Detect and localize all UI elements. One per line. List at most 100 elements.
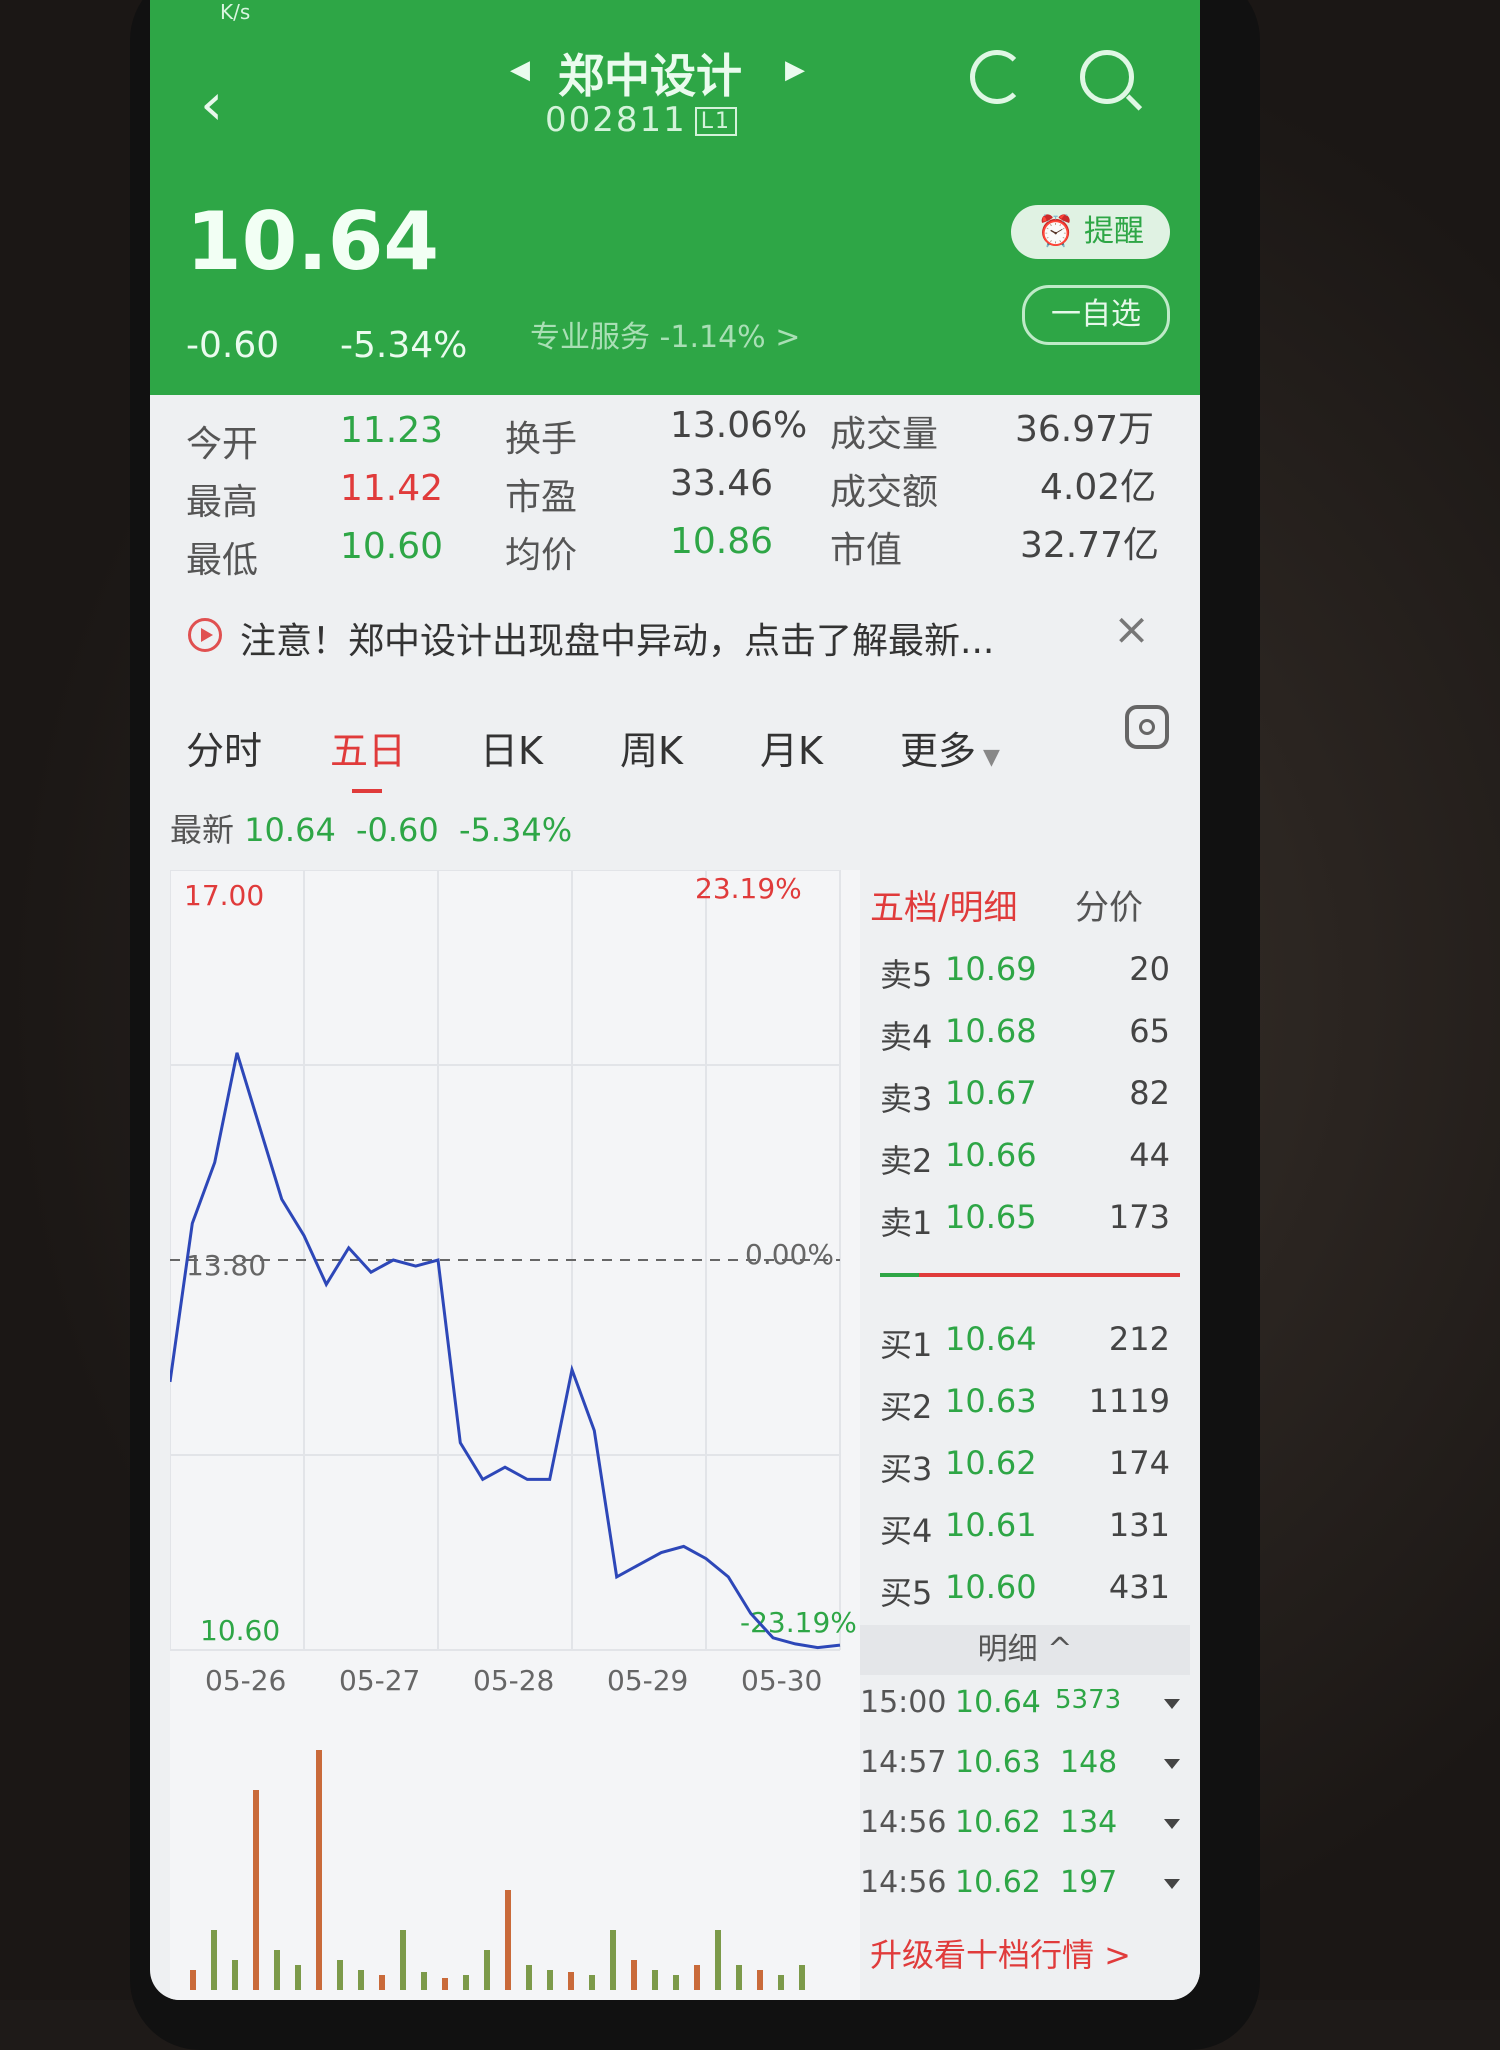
- y-ref-label: 13.80: [186, 1249, 266, 1282]
- down-arrow-icon: [1158, 1805, 1180, 1840]
- bid-ask-ratio-bar: [880, 1273, 1180, 1277]
- stat-label: 成交量: [830, 414, 939, 455]
- stat-value: 32.77亿: [1020, 525, 1160, 566]
- bid-volume: 174: [1108, 1444, 1170, 1482]
- ask-price: 10.65: [945, 1198, 1037, 1236]
- tab-daily-k[interactable]: 日K: [480, 720, 543, 775]
- tick-price: 10.62: [955, 1865, 1041, 1900]
- stat-value: 11.42: [340, 468, 444, 509]
- settings-icon[interactable]: [1125, 705, 1169, 749]
- stat-value: 33.46: [670, 463, 774, 504]
- volume-bar: [484, 1950, 490, 1990]
- sector-link[interactable]: 专业服务 -1.14% >: [530, 312, 800, 356]
- down-arrow-icon: [1158, 1745, 1180, 1780]
- alert-notice[interactable]: 注意！郑中设计出现盘中异动，点击了解最新... ×: [150, 590, 1200, 680]
- tick-time: 14:56: [860, 1805, 947, 1840]
- volume-bar: [652, 1970, 658, 1990]
- price-line: [168, 1052, 841, 1650]
- tab-monthly-k[interactable]: 月K: [760, 720, 823, 775]
- refresh-icon[interactable]: [970, 50, 1024, 104]
- level-badge: L1: [694, 107, 738, 136]
- tab-price-dist[interactable]: 分价: [1075, 880, 1143, 929]
- back-icon[interactable]: ‹: [200, 75, 223, 133]
- ask-volume: 20: [1129, 950, 1170, 988]
- stat-label: 均价: [505, 535, 578, 576]
- volume-bar: [211, 1930, 217, 1990]
- bid-label: 买4: [880, 1512, 933, 1550]
- volume-bar: [736, 1965, 742, 1990]
- tab-more[interactable]: 更多 ▼: [900, 720, 1000, 775]
- stat-value: 10.86: [670, 521, 774, 562]
- bid-label: 买1: [880, 1326, 933, 1364]
- volume-bar: [379, 1975, 385, 1990]
- volume-bar: [589, 1975, 595, 1990]
- bell-icon: ⏰: [1037, 214, 1084, 249]
- detail-toggle[interactable]: 明细 ^: [860, 1625, 1190, 1675]
- stock-header: K/s ‹ ◀ 郑中设计 ▶ 002811 L1 10.64 -0.60 -5.3…: [150, 0, 1200, 395]
- tab-orderbook[interactable]: 五档/明细: [870, 880, 1017, 929]
- y-bottom-label: 10.60: [200, 1614, 280, 1647]
- down-arrow-icon: [1158, 1685, 1180, 1720]
- search-icon[interactable]: [1080, 50, 1134, 104]
- ask-price: 10.68: [945, 1012, 1037, 1050]
- volume-bar: [421, 1972, 427, 1990]
- bid-price: 10.63: [945, 1382, 1037, 1420]
- volume-bar: [505, 1890, 511, 1990]
- price-chart-svg: 17.00 23.19% 13.80 0.00% 10.60 -23.19% 0…: [168, 869, 857, 1990]
- tick-price: 10.64: [955, 1685, 1041, 1720]
- tab-weekly-k[interactable]: 周K: [620, 720, 683, 775]
- volume-bar: [463, 1975, 469, 1990]
- x-tick-label: 05-26: [205, 1664, 286, 1697]
- five-day-chart[interactable]: 17.00 23.19% 13.80 0.00% 10.60 -23.19% 0…: [168, 869, 860, 2000]
- ask-price: 10.66: [945, 1136, 1037, 1174]
- volume-bar: [778, 1975, 784, 1990]
- volume-bar: [610, 1930, 616, 1990]
- price-change-pct: -5.34%: [340, 325, 468, 366]
- stat-label: 市值: [830, 530, 903, 571]
- ask-price: 10.69: [945, 950, 1037, 988]
- stock-name: 郑中设计: [558, 49, 742, 103]
- stock-code[interactable]: 002811 L1: [545, 100, 738, 140]
- ask-label: 卖2: [880, 1142, 933, 1180]
- bid-volume: 212: [1108, 1320, 1170, 1358]
- status-bar: K/s: [220, 0, 251, 24]
- volume-bar: [442, 1978, 448, 1990]
- bid-label: 买2: [880, 1388, 933, 1426]
- stats-panel: 今开 11.23 最高 11.42 最低 10.60 换手 13.06% 市盈 …: [150, 395, 1200, 585]
- x-tick-label: 05-30: [741, 1664, 822, 1697]
- volume-bar: [631, 1960, 637, 1990]
- notice-text: 注意！郑中设计出现盘中异动，点击了解最新...: [240, 621, 995, 662]
- volume-bar: [400, 1930, 406, 1990]
- bid-label: 买5: [880, 1574, 933, 1612]
- tab-five-day[interactable]: 五日: [330, 720, 406, 793]
- next-stock-icon[interactable]: ▶: [785, 55, 805, 85]
- chevron-down-icon: ▼: [976, 745, 1000, 770]
- order-book: 五档/明细 分价 卖5 10.69 20 卖4 10.68 65 卖3 10.67 82 卖…: [860, 870, 1200, 2000]
- ask-volume: 65: [1129, 1012, 1170, 1050]
- close-icon[interactable]: ×: [1113, 604, 1150, 655]
- watchlist-button[interactable]: 一自选: [1022, 285, 1170, 345]
- chart-tabs: 分时 五日 日K 周K 月K 更多 ▼: [150, 700, 1200, 793]
- down-arrow-icon: [1158, 1865, 1180, 1900]
- bid-volume: 1119: [1088, 1382, 1170, 1420]
- stat-value: 4.02亿: [1040, 467, 1157, 508]
- bid-price: 10.60: [945, 1568, 1037, 1606]
- upgrade-link[interactable]: 升级看十档行情 >: [870, 1930, 1131, 1976]
- tab-intraday[interactable]: 分时: [186, 720, 262, 775]
- tick-volume: 197: [1060, 1865, 1118, 1900]
- alert-button[interactable]: ⏰ 提醒: [1011, 205, 1170, 259]
- bid-price: 10.62: [945, 1444, 1037, 1482]
- pct-top-label: 23.19%: [695, 872, 802, 905]
- stat-label: 最高: [186, 482, 259, 523]
- x-tick-label: 05-29: [607, 1664, 688, 1697]
- stat-value: 10.60: [340, 526, 444, 567]
- ask-label: 卖5: [880, 956, 933, 994]
- stat-value: 11.23: [340, 410, 444, 451]
- stat-label: 市盈: [505, 477, 578, 518]
- volume-bar: [232, 1960, 238, 1990]
- volume-bar: [274, 1950, 280, 1990]
- stat-value: 13.06%: [670, 405, 808, 446]
- volume-bar: [547, 1970, 553, 1990]
- tick-time: 14:56: [860, 1865, 947, 1900]
- tick-price: 10.63: [955, 1745, 1041, 1780]
